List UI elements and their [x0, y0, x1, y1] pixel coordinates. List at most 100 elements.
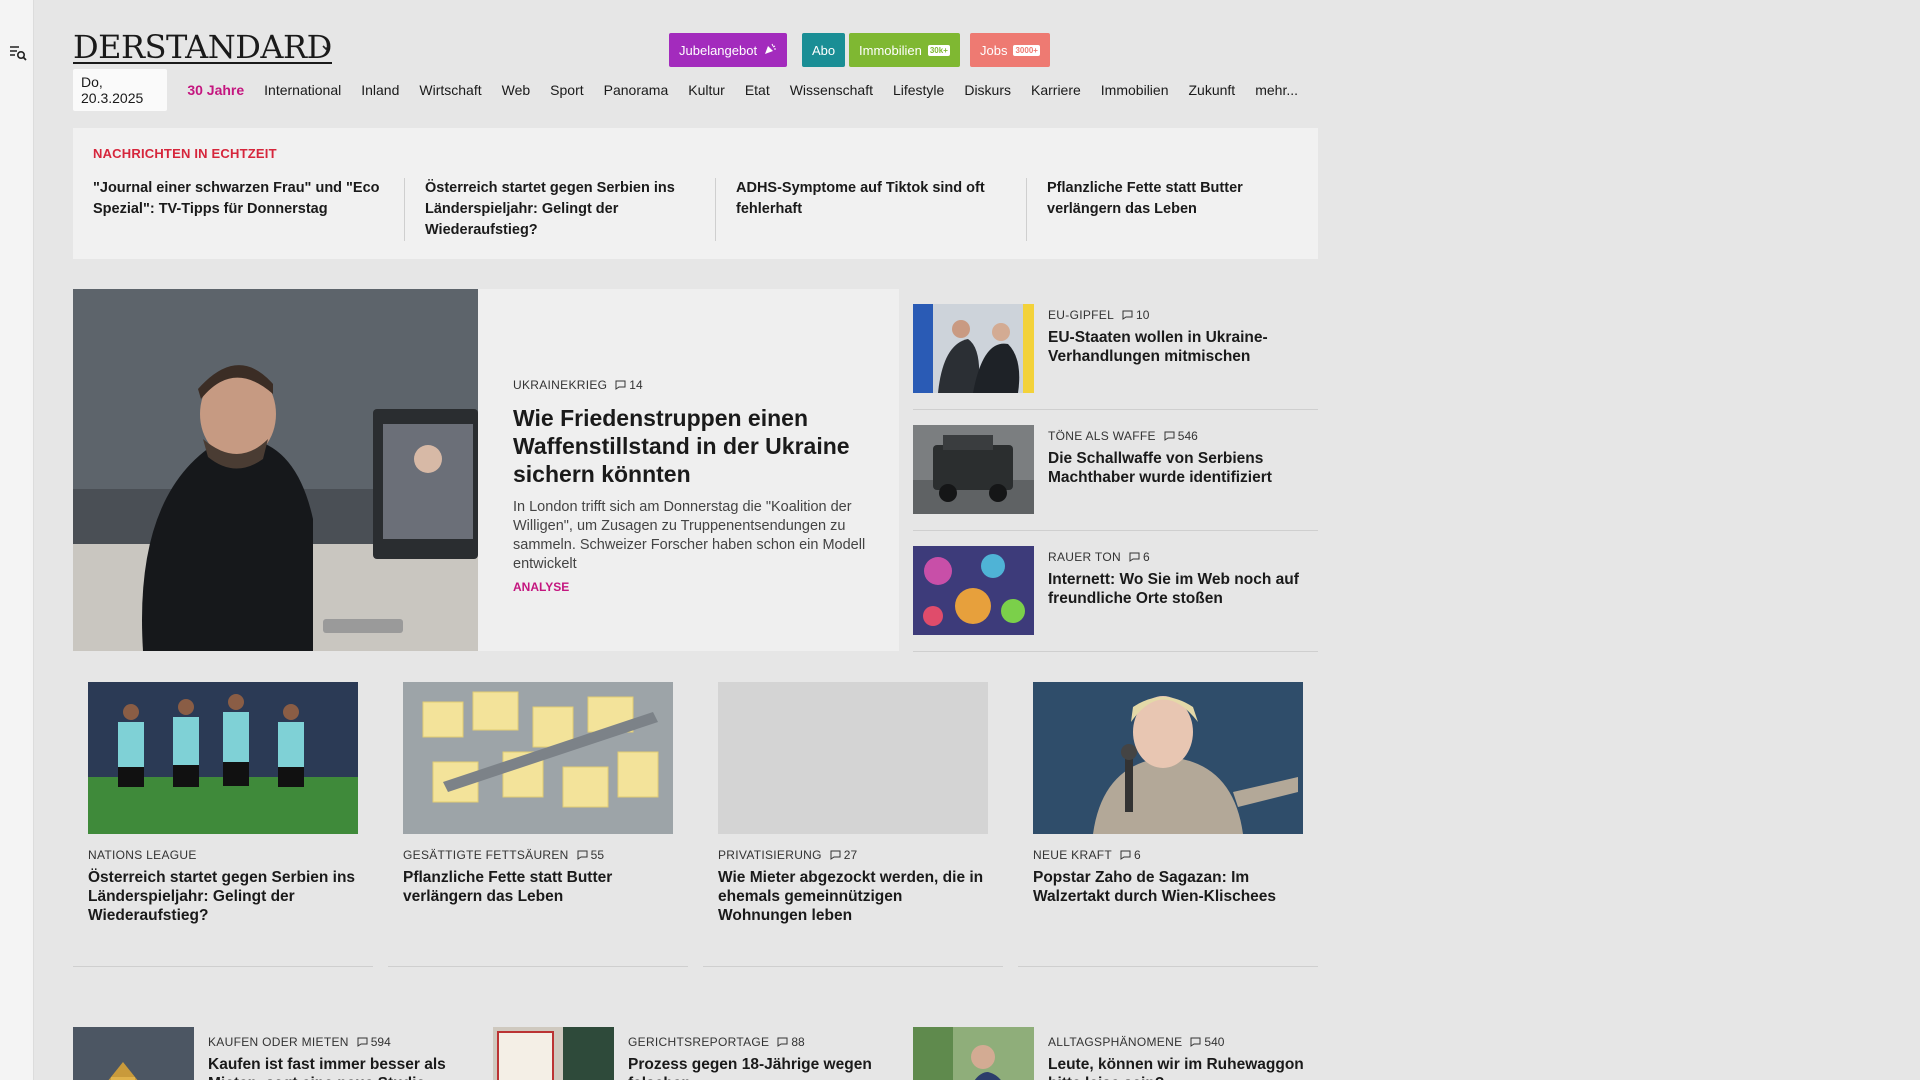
bottom-title[interactable]: Leute, können wir im Ruhewaggon bitte le…: [1048, 1055, 1308, 1080]
ticker-item[interactable]: Österreich startet gegen Serbien ins Län…: [404, 178, 715, 241]
immobilien-button[interactable]: Immobilien 30k+: [849, 33, 960, 67]
card-kicker-label: NATIONS LEAGUE: [88, 848, 197, 862]
nav-item-etat[interactable]: Etat: [745, 82, 770, 98]
bottom-story[interactable]: ALLTAGSPHÄNOMENE 540 Leute, können wir i…: [913, 1027, 1318, 1080]
comment-icon: [1164, 431, 1175, 441]
ticker-item[interactable]: "Journal einer schwarzen Frau" und "Eco …: [93, 178, 404, 241]
jobs-button[interactable]: Jobs 3000+: [970, 33, 1050, 67]
bottom-kicker: ALLTAGSPHÄNOMENE 540: [1048, 1035, 1308, 1049]
lead-title[interactable]: Wie Friedenstruppen einen Waffenstillsta…: [513, 404, 869, 488]
nav-item-karriere[interactable]: Karriere: [1031, 82, 1081, 98]
card-title[interactable]: Österreich startet gegen Serbien ins Län…: [88, 868, 358, 925]
comment-icon: [357, 1037, 368, 1047]
story-card[interactable]: GESÄTTIGTE FETTSÄUREN 55 Pflanzliche Fet…: [388, 667, 688, 967]
lead-story-image: [73, 289, 478, 651]
jobs-label: Jobs: [980, 42, 1008, 58]
nav-item-zukunft[interactable]: Zukunft: [1189, 82, 1236, 98]
card-comment-count: 6: [1134, 848, 1141, 862]
lead-kicker-label: UKRAINEKRIEG: [513, 378, 608, 392]
side-title[interactable]: Die Schallwaffe von Serbiens Machthaber …: [1048, 449, 1308, 487]
jubelangebot-button[interactable]: Jubelangebot: [669, 33, 788, 67]
bottom-story[interactable]: GERICHTSREPORTAGE 88 Prozess gegen 18-Jä…: [493, 1027, 898, 1080]
bottom-story-image: [493, 1027, 614, 1080]
bottom-title[interactable]: Kaufen ist fast immer besser als Mieten,…: [208, 1055, 468, 1080]
side-story[interactable]: TÖNE ALS WAFFE 546 Die Schallwaffe von S…: [913, 410, 1318, 531]
bottom-comment-count: 88: [791, 1035, 805, 1049]
nav-item-kultur[interactable]: Kultur: [688, 82, 725, 98]
side-comments[interactable]: 10: [1122, 308, 1149, 322]
nav-item-web[interactable]: Web: [502, 82, 531, 98]
nav-item-panorama[interactable]: Panorama: [604, 82, 669, 98]
side-title[interactable]: EU-Staaten wollen in Ukraine-Verhandlung…: [1048, 328, 1308, 366]
comment-icon: [1120, 850, 1131, 860]
bottom-kicker: KAUFEN ODER MIETEN 594: [208, 1035, 468, 1049]
bottom-story[interactable]: KAUFEN ODER MIETEN 594 Kaufen ist fast i…: [73, 1027, 478, 1080]
site-logo[interactable]: DERSTANDARD: [73, 28, 332, 66]
left-sidebar: [0, 0, 34, 1080]
side-comment-count: 6: [1142, 550, 1150, 564]
story-card[interactable]: NATIONS LEAGUE Österreich startet gegen …: [73, 667, 373, 967]
bottom-comments[interactable]: 540: [1190, 1035, 1224, 1049]
side-comment-count: 546: [1177, 429, 1198, 443]
side-comment-count: 10: [1136, 308, 1150, 322]
lead-kicker: UKRAINEKRIEG 14: [513, 378, 869, 392]
bottom-comments[interactable]: 594: [357, 1035, 391, 1049]
news-ticker: NACHRICHTEN IN ECHTZEIT "Journal einer s…: [73, 128, 1318, 259]
card-title[interactable]: Wie Mieter abgezockt werden, die in ehem…: [718, 868, 988, 925]
main-nav: Do, 20.3.2025 30 Jahre International Inl…: [73, 69, 1318, 111]
chevron-down-icon[interactable]: [319, 40, 333, 54]
nav-item-wissenschaft[interactable]: Wissenschaft: [790, 82, 873, 98]
ticker-title: NACHRICHTEN IN ECHTZEIT: [93, 146, 277, 161]
lead-comments[interactable]: 14: [615, 378, 643, 392]
card-kicker: GESÄTTIGTE FETTSÄUREN 55: [403, 848, 673, 862]
side-comments[interactable]: 6: [1129, 550, 1150, 564]
card-comments[interactable]: 27: [830, 848, 857, 862]
abo-label: Abo: [812, 42, 836, 58]
side-story-image: [913, 546, 1034, 635]
side-stories: EU-GIPFEL 10 EU-Staaten wollen in Ukrain…: [913, 289, 1318, 652]
bottom-row: KAUFEN ODER MIETEN 594 Kaufen ist fast i…: [73, 1020, 1318, 1080]
lead-story[interactable]: UKRAINEKRIEG 14 Wie Friedenstruppen eine…: [73, 289, 899, 651]
bottom-story-image: [73, 1027, 194, 1080]
card-comments[interactable]: 55: [577, 848, 604, 862]
bottom-title[interactable]: Prozess gegen 18-Jährige wegen falschen: [628, 1055, 888, 1080]
nav-item-diskurs[interactable]: Diskurs: [964, 82, 1011, 98]
side-kicker-label: RAUER TON: [1048, 550, 1121, 564]
side-title[interactable]: Internett: Wo Sie im Web noch auf freund…: [1048, 570, 1308, 608]
comment-icon: [1129, 552, 1140, 562]
bottom-story-image: [913, 1027, 1034, 1080]
nav-item-lifestyle[interactable]: Lifestyle: [893, 82, 944, 98]
story-card[interactable]: PRIVATISIERUNG 27 Wie Mieter abgezockt w…: [703, 667, 1003, 967]
lead-comment-count: 14: [629, 378, 643, 392]
nav-item-inland[interactable]: Inland: [361, 82, 399, 98]
abo-button[interactable]: Abo: [802, 33, 846, 67]
nav-item-mehr[interactable]: mehr...: [1255, 82, 1298, 98]
nav-item-wirtschaft[interactable]: Wirtschaft: [419, 82, 481, 98]
bottom-kicker-label: ALLTAGSPHÄNOMENE: [1048, 1035, 1183, 1049]
current-date: Do, 20.3.2025: [73, 69, 168, 111]
bottom-comments[interactable]: 88: [777, 1035, 805, 1049]
side-kicker-label: TÖNE ALS WAFFE: [1048, 429, 1156, 443]
lead-analysis-label: ANALYSE: [513, 580, 570, 594]
card-title[interactable]: Popstar Zaho de Sagazan: Im Walzertakt d…: [1033, 868, 1303, 906]
side-kicker: RAUER TON 6: [1048, 550, 1308, 564]
card-title[interactable]: Pflanzliche Fette statt Butter verlänger…: [403, 868, 673, 906]
card-kicker: PRIVATISIERUNG 27: [718, 848, 988, 862]
card-image-placeholder: [718, 682, 988, 834]
nav-item-immobilien[interactable]: Immobilien: [1101, 82, 1169, 98]
side-story[interactable]: RAUER TON 6 Internett: Wo Sie im Web noc…: [913, 531, 1318, 652]
menu-search-icon[interactable]: [9, 44, 27, 62]
story-card[interactable]: NEUE KRAFT 6 Popstar Zaho de Sagazan: Im…: [1018, 667, 1318, 967]
side-story[interactable]: EU-GIPFEL 10 EU-Staaten wollen in Ukrain…: [913, 289, 1318, 410]
bottom-kicker: GERICHTSREPORTAGE 88: [628, 1035, 888, 1049]
party-popper-icon: [763, 42, 777, 59]
nav-item-30-jahre[interactable]: 30 Jahre: [187, 82, 244, 98]
comment-icon: [1122, 310, 1133, 320]
side-comments[interactable]: 546: [1164, 429, 1198, 443]
nav-item-sport[interactable]: Sport: [550, 82, 583, 98]
ticker-item[interactable]: Pflanzliche Fette statt Butter verlänger…: [1026, 178, 1337, 241]
comment-icon: [777, 1037, 788, 1047]
card-comments[interactable]: 6: [1120, 848, 1141, 862]
ticker-item[interactable]: ADHS-Symptome auf Tiktok sind oft fehler…: [715, 178, 1026, 241]
nav-item-international[interactable]: International: [264, 82, 341, 98]
